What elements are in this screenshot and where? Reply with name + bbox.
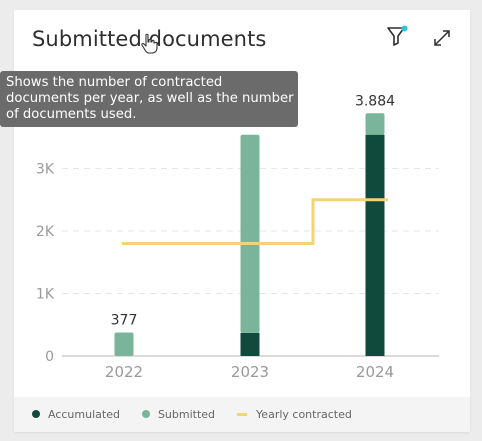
tooltip-line-1: Shows the number of contracted [6,75,223,90]
chart: 01K2K3K37720223.54120233.8842024 [36,93,439,380]
bar-total-label: 377 [111,312,138,328]
bar-submitted[interactable] [114,332,134,356]
legend-label-accumulated: Accumulated [48,407,120,421]
x-tick-label: 2022 [105,363,143,380]
legend-label-submitted: Submitted [157,407,216,421]
bar-submitted[interactable] [365,113,385,135]
bar-submitted[interactable] [240,134,260,333]
legend-dot-submitted [141,410,150,418]
y-tick-label: 2K [36,224,55,240]
tooltip-line-3: of documents used. [6,107,137,122]
info-tooltip: Shows the number of contracted documents… [0,71,298,127]
bar-accumulated[interactable] [240,332,260,356]
bar-total-label: 3.884 [355,93,395,109]
x-tick-label: 2023 [231,363,269,380]
legend-item-yearly-contracted[interactable]: Yearly contracted [237,408,352,421]
y-tick-label: 0 [45,349,54,365]
tooltip-line-2: documents per year, as well as the numbe… [6,91,294,106]
chart-legend: Accumulated Submitted Yearly contracted [32,406,374,422]
y-tick-label: 1K [36,287,55,303]
bar-accumulated[interactable] [365,134,385,356]
legend-item-accumulated[interactable]: Accumulated [32,408,120,421]
legend-label-yearly-contracted: Yearly contracted [256,407,352,421]
x-tick-label: 2024 [356,363,394,380]
legend-item-submitted[interactable]: Submitted [141,407,216,421]
y-tick-label: 3K [36,162,55,178]
legend-line-yearly-contracted [237,412,248,416]
hand-cursor-icon [141,33,159,60]
legend-dot-accumulated [32,410,40,418]
